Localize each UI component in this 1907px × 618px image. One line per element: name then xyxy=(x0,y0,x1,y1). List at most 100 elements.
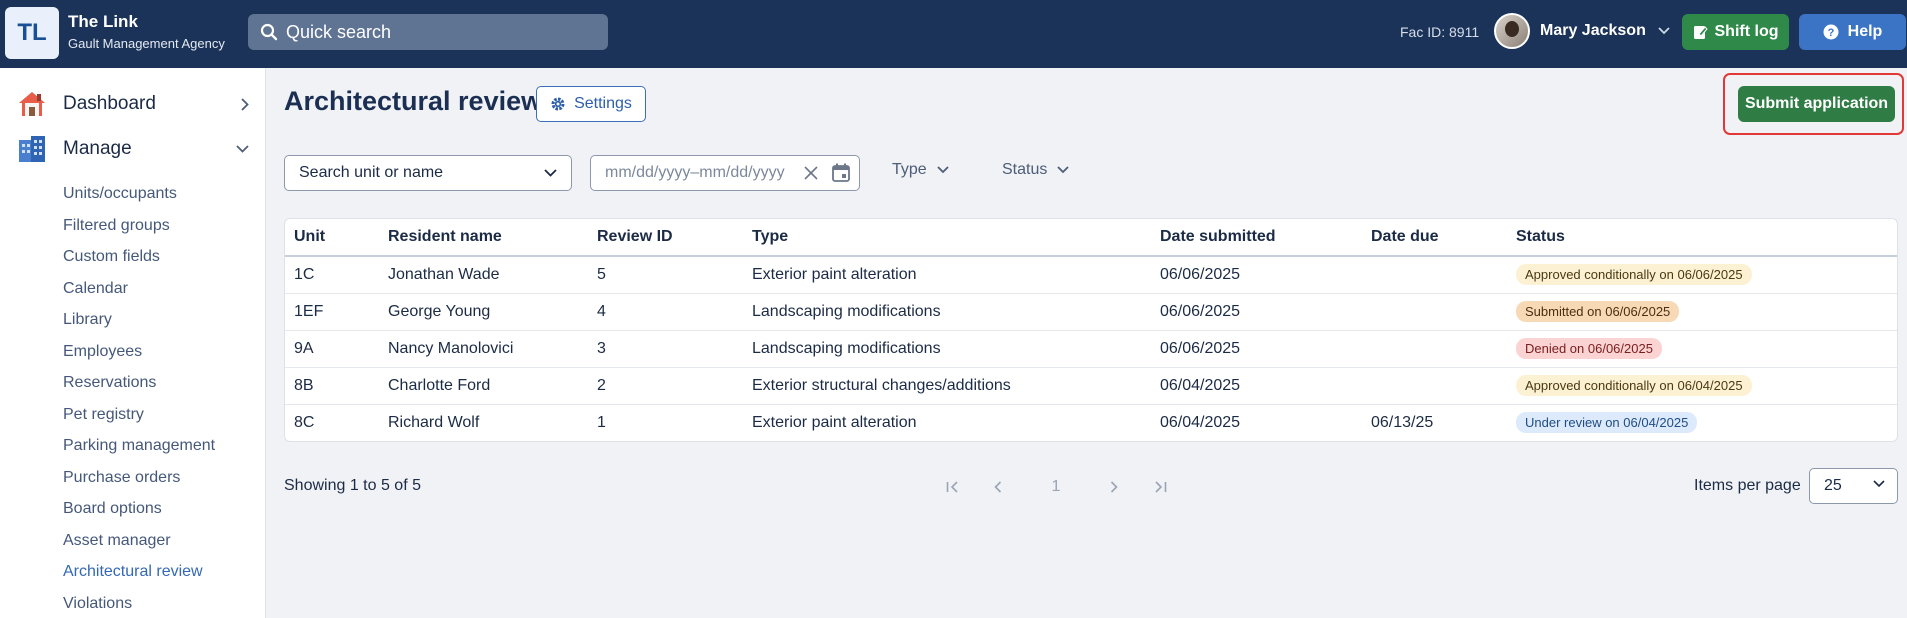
review-id-cell: 4 xyxy=(588,293,743,331)
manage-submenu: Units/occupants Filtered groups Custom fie… xyxy=(63,178,215,618)
table-row[interactable]: 1EF George Young 4 Landscaping modification… xyxy=(285,293,1897,331)
status-badge: Approved conditionally on 06/06/2025 xyxy=(1516,264,1752,286)
status-filter-label: Status xyxy=(1002,161,1048,178)
sidebar-item-label: Manage xyxy=(63,138,132,159)
table-row[interactable]: 8C Richard Wolf 1 Exterior paint alteration… xyxy=(285,404,1897,441)
sidebar-item-filtered-groups[interactable]: Filtered groups xyxy=(63,210,215,242)
date-due-cell xyxy=(1362,367,1507,405)
sidebar-item-library[interactable]: Library xyxy=(63,304,215,336)
calendar-icon[interactable] xyxy=(832,163,850,182)
notepad-icon xyxy=(1693,25,1708,39)
unit-cell: 1C xyxy=(285,256,379,294)
sidebar-item-asset-manager[interactable]: Asset manager xyxy=(63,525,215,557)
sidebar-item-architectural-review[interactable]: Architectural review xyxy=(63,556,215,588)
next-page-button[interactable] xyxy=(1102,475,1126,499)
sidebar-item-violations[interactable]: Violations xyxy=(63,588,215,618)
table-row[interactable]: 8B Charlotte Ford 2 Exterior structural cha… xyxy=(285,367,1897,405)
sidebar-item-reservations[interactable]: Reservations xyxy=(63,367,215,399)
showing-count: Showing 1 to 5 of 5 xyxy=(284,477,421,494)
type-cell: Exterior paint alteration xyxy=(743,256,1151,294)
current-page[interactable]: 1 xyxy=(1044,475,1068,499)
search-icon xyxy=(260,23,278,41)
resident-name-cell: Richard Wolf xyxy=(388,413,480,431)
chevron-down-icon xyxy=(1873,480,1885,488)
column-header-type[interactable]: Type xyxy=(743,219,1151,257)
gear-icon xyxy=(551,97,565,111)
sidebar-item-board-options[interactable]: Board options xyxy=(63,493,215,525)
user-name: Mary Jackson xyxy=(1540,22,1646,39)
unit-cell: 8B xyxy=(285,367,379,405)
house-icon xyxy=(19,92,45,116)
date-submitted-cell: 06/04/2025 xyxy=(1160,413,1241,431)
settings-button[interactable]: Settings xyxy=(536,86,646,122)
unit-search-placeholder: Search unit or name xyxy=(299,164,444,181)
type-cell: Landscaping modifications xyxy=(743,293,1151,331)
prev-page-button[interactable] xyxy=(986,475,1010,499)
type-filter-label: Type xyxy=(892,161,927,178)
user-menu[interactable]: Mary Jackson xyxy=(1494,13,1670,49)
sidebar-item-units-occupants[interactable]: Units/occupants xyxy=(63,178,215,210)
app-name: The Link xyxy=(68,12,138,31)
sidebar-item-dashboard[interactable]: Dashboard xyxy=(17,87,249,121)
column-header-status[interactable]: Status xyxy=(1507,219,1897,257)
status-badge: Approved conditionally on 06/04/2025 xyxy=(1516,375,1752,396)
type-cell: Landscaping modifications xyxy=(743,330,1151,368)
type-filter-dropdown[interactable]: Type xyxy=(892,161,949,179)
sidebar-item-manage[interactable]: Manage xyxy=(17,132,249,166)
resident-name-cell: Charlotte Ford xyxy=(379,367,588,405)
submit-application-button[interactable]: Submit application xyxy=(1738,86,1895,122)
sidebar-item-pet-registry[interactable]: Pet registry xyxy=(63,399,215,431)
resident-name-cell: George Young xyxy=(379,293,588,331)
sidebar-item-parking-management[interactable]: Parking management xyxy=(63,430,215,462)
items-per-page-label: Items per page xyxy=(1694,477,1801,494)
app-logo[interactable]: TL xyxy=(5,7,59,59)
sidebar-item-calendar[interactable]: Calendar xyxy=(63,273,215,305)
top-bar: TL The Link Gault Management Agency Quic… xyxy=(0,0,1907,68)
date-due-cell xyxy=(1362,330,1507,368)
clear-icon[interactable] xyxy=(803,165,819,181)
page-title: Architectural review xyxy=(284,86,543,116)
unit-search-select[interactable]: Search unit or name xyxy=(284,155,572,191)
chevron-left-icon xyxy=(994,481,1002,493)
last-page-button[interactable] xyxy=(1148,475,1172,499)
status-cell: Denied on 06/06/2025 xyxy=(1507,330,1897,368)
first-page-button[interactable] xyxy=(941,475,965,499)
help-button[interactable]: ? Help xyxy=(1799,14,1906,50)
items-per-page-value: 25 xyxy=(1824,477,1842,494)
brand: The Link Gault Management Agency xyxy=(68,12,225,53)
resident-name-cell: Nancy Manolovici xyxy=(379,330,588,368)
date-range-input[interactable]: mm/dd/yyyy–mm/dd/yyyy xyxy=(590,155,860,191)
table-row[interactable]: 9A Nancy Manolovici 3 Landscaping modificat… xyxy=(285,330,1897,368)
chevron-down-icon xyxy=(937,166,949,174)
status-badge: Denied on 06/06/2025 xyxy=(1516,338,1662,359)
review-id-cell: 1 xyxy=(597,413,606,431)
unit-cell: 8C xyxy=(294,413,315,431)
resident-name-cell: Jonathan Wade xyxy=(379,256,588,294)
column-header-date-due[interactable]: Date due xyxy=(1362,219,1507,257)
status-filter-dropdown[interactable]: Status xyxy=(1002,161,1069,179)
column-header-unit[interactable]: Unit xyxy=(285,219,379,257)
date-submitted-cell: 06/06/2025 xyxy=(1151,293,1362,331)
sidebar-item-custom-fields[interactable]: Custom fields xyxy=(63,241,215,273)
review-id-cell: 3 xyxy=(588,330,743,368)
date-due-cell xyxy=(1362,293,1507,331)
quick-search-placeholder: Quick search xyxy=(286,21,392,42)
sidebar-item-purchase-orders[interactable]: Purchase orders xyxy=(63,462,215,494)
sidebar-item-employees[interactable]: Employees xyxy=(63,336,215,368)
help-label: Help xyxy=(1847,23,1883,40)
table-row[interactable]: 1C Jonathan Wade 5 Exterior paint alteratio… xyxy=(285,256,1897,294)
shift-log-button[interactable]: Shift log xyxy=(1682,14,1789,50)
type-cell: Exterior structural changes/additions xyxy=(743,367,1151,405)
shift-log-label: Shift log xyxy=(1714,23,1779,40)
column-header-date-submitted[interactable]: Date submitted xyxy=(1151,219,1362,257)
quick-search-input[interactable]: Quick search xyxy=(248,14,608,50)
items-per-page-select[interactable]: 25 xyxy=(1809,468,1898,504)
chevron-down-icon xyxy=(236,145,249,153)
date-submitted-cell: 06/04/2025 xyxy=(1151,367,1362,405)
fac-id: Fac ID: 8911 xyxy=(1400,24,1480,40)
chevron-right-icon xyxy=(241,97,249,111)
status-cell: Approved conditionally on 06/06/2025 xyxy=(1507,256,1897,294)
column-header-resident-name[interactable]: Resident name xyxy=(379,219,588,257)
column-header-review-id[interactable]: Review ID xyxy=(588,219,743,257)
status-cell: Under review on 06/04/2025 xyxy=(1507,404,1897,441)
